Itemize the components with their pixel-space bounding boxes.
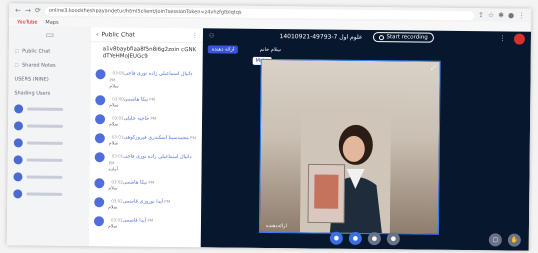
chat-message: آیدا قاسمی03:02 PM سلام: [89, 213, 201, 233]
record-icon: [378, 34, 384, 40]
meeting-topbar: ⚇ 14010921-49793-7 علوم اول Start record…: [203, 28, 531, 45]
bookmark-youtube[interactable]: YouTube: [17, 19, 37, 25]
users-toggle-icon[interactable]: ⚇: [209, 32, 214, 39]
star-icon[interactable]: ☆: [488, 11, 494, 19]
avatar: [95, 95, 106, 106]
back-icon[interactable]: ←: [15, 6, 21, 14]
student-video-frame: [299, 108, 392, 234]
user-avatar: [13, 172, 23, 182]
avatar: [94, 133, 105, 144]
chat-message: نیکا هاشمی03:02 PM سلام: [89, 175, 201, 195]
user-avatar: [13, 138, 23, 148]
chat-header: ‹ Public Chat ⋮: [90, 27, 204, 44]
chat-title: Public Chat: [101, 30, 136, 39]
fullscreen-icon[interactable]: ⤢: [431, 65, 436, 73]
browser-window: ← → ⟳ online3.koodsheshpayandetur/html5c…: [6, 3, 532, 251]
presentation-area: ⚇ 14010921-49793-7 علوم اول Start record…: [200, 28, 532, 251]
avatar: [94, 197, 105, 208]
notes-icon: ◌: [14, 62, 20, 69]
leave-meeting-button[interactable]: [513, 33, 525, 45]
user-avatar: [13, 121, 24, 131]
user-avatar: [14, 104, 24, 114]
chat-message: نیکا هاشمی03:00 PM سلام: [90, 92, 202, 112]
user-list-panel: ▭ ◌ Public Chat ◌ Shared Notes USERS (NI…: [6, 26, 93, 247]
screenshare-icon[interactable]: ●: [386, 232, 400, 246]
extensions-icon[interactable]: ✱: [498, 11, 504, 19]
raise-hand-icon[interactable]: ✋: [507, 233, 521, 247]
chat-message: آیدا نوروزی قاسمی03:02 PM سلام: [89, 194, 201, 214]
user-row[interactable]: [8, 134, 90, 152]
chat-message: دانیال اسماعیلی زاده نوری فاجی03:00 PM سل…: [90, 66, 202, 93]
forward-icon[interactable]: →: [25, 6, 31, 14]
whiteboard-icon[interactable]: ▭: [9, 26, 91, 45]
talking-indicator[interactable]: سلام خانم: [256, 46, 285, 54]
action-bar: ● ● ● ●: [201, 230, 529, 246]
user-row[interactable]: [8, 151, 90, 169]
webcam-video[interactable]: ⤢ ارائه‌دهنده: [258, 58, 441, 235]
phone-icon[interactable]: ●: [348, 231, 362, 245]
message-list: دانیال اسماعیلی زاده نوری فاجی03:00 PM سل…: [89, 66, 203, 233]
presenter-chip[interactable]: ارائه دهنده: [207, 45, 239, 54]
users-header: USERS (NINE): [14, 76, 49, 83]
microphone-icon[interactable]: ●: [329, 231, 343, 245]
right-controls: ▢ ✋: [488, 233, 521, 247]
layout-icon[interactable]: ▢: [488, 233, 502, 247]
chat-message: محمدسینا اسکندری فیروزکوهی03:01 PM سلام: [90, 130, 202, 150]
avatar: [95, 114, 106, 125]
chat-message: دانیال اسماعیلی زاده نوری فاجی03:01 PM آم…: [89, 149, 201, 176]
meeting-title: 14010921-49793-7 علوم اول: [279, 32, 363, 41]
user-row[interactable]: [7, 168, 89, 186]
options-menu-icon[interactable]: ⋮: [499, 34, 506, 42]
chat-welcome-message: a1v8baybfiaa8f5n8i6g2zoin cGNKdTYeHMoJEU…: [102, 46, 197, 60]
avatar: [94, 152, 105, 163]
users-subheader: Shading Users: [14, 90, 51, 97]
bigbluebutton-app: ▭ ◌ Public Chat ◌ Shared Notes USERS (NI…: [6, 26, 532, 251]
menu-icon[interactable]: ⋮: [518, 12, 525, 20]
user-avatar: [13, 189, 23, 199]
user-row[interactable]: [8, 100, 90, 118]
shared-notes-link[interactable]: ◌ Shared Notes: [9, 58, 91, 73]
start-recording-button[interactable]: Start recording: [372, 32, 434, 43]
bookmark-maps[interactable]: Maps: [45, 19, 58, 25]
avatar: [95, 69, 106, 80]
avatar: [94, 178, 105, 189]
chat-icon: ◌: [14, 48, 20, 55]
camera-icon[interactable]: ●: [367, 232, 381, 246]
chat-message: حاجیه خلیلی03:01 PM سلام: [90, 111, 202, 131]
video-user-label: ارائه‌دهنده: [265, 222, 287, 230]
user-avatar: [13, 155, 23, 165]
user-row[interactable]: [8, 117, 90, 135]
reload-icon[interactable]: ⟳: [35, 7, 41, 15]
chat-panel: ‹ Public Chat ⋮ a1v8baybfiaa8f5n8i6g2zoi…: [88, 27, 205, 248]
profile-icon[interactable]: ●: [508, 11, 514, 19]
more-options-icon[interactable]: ⋮: [192, 32, 198, 39]
avatar: [93, 216, 105, 227]
chevron-left-icon[interactable]: ‹: [96, 31, 98, 38]
user-row[interactable]: [7, 185, 89, 203]
public-chat-link[interactable]: ◌ Public Chat: [9, 44, 91, 59]
share-icon[interactable]: ⇪: [478, 11, 484, 19]
